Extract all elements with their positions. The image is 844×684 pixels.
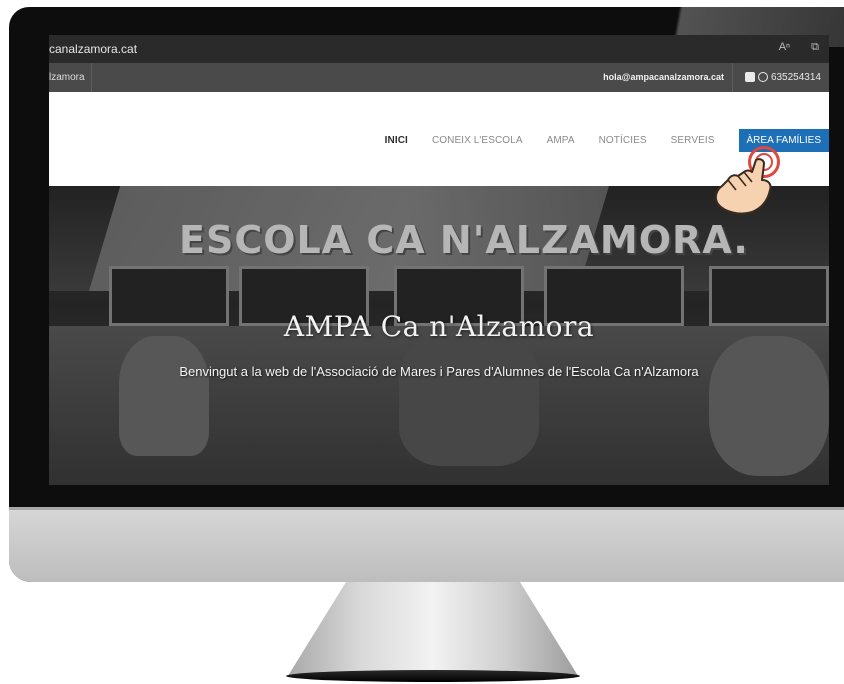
pointing-hand-icon bbox=[714, 158, 772, 215]
monitor-frame: canalzamora.cat Aⁿ ⧉ lzamora hola@ampaca… bbox=[9, 7, 844, 582]
topbar-brand[interactable]: lzamora bbox=[49, 63, 92, 92]
hero-banner: ESCOLA CA N'ALZAMORA. AMPA Ca n'Alzamora… bbox=[49, 186, 829, 485]
phone-link[interactable]: 635254314 bbox=[737, 63, 829, 92]
whatsapp-icon bbox=[757, 72, 768, 83]
nav-item-ampa[interactable]: AMPA bbox=[547, 135, 575, 146]
monitor-base bbox=[286, 670, 580, 682]
screen: canalzamora.cat Aⁿ ⧉ lzamora hola@ampaca… bbox=[49, 35, 829, 485]
site-topbar: lzamora hola@ampacanalzamora.cat 6352543… bbox=[49, 63, 829, 92]
nav-item-serveis[interactable]: SERVEIS bbox=[671, 135, 715, 146]
nav-item-inici[interactable]: INICI bbox=[385, 135, 408, 146]
nav-item-noticies[interactable]: NOTÍCIES bbox=[599, 135, 647, 146]
email-link[interactable]: hola@ampacanalzamora.cat bbox=[595, 63, 733, 92]
monitor-stand bbox=[288, 582, 578, 676]
text-size-icon[interactable]: Aⁿ bbox=[779, 41, 790, 53]
hero-title: AMPA Ca n'Alzamora bbox=[283, 310, 595, 343]
hero-subtitle: Benvingut a la web de l'Associació de Ma… bbox=[179, 364, 699, 379]
area-families-button[interactable]: ÀREA FAMÍLIES bbox=[738, 128, 829, 152]
nav-item-coneix-escola[interactable]: CONEIX L'ESCOLA bbox=[432, 135, 523, 146]
monitor-chin bbox=[9, 507, 844, 582]
monitor-chin-edge bbox=[9, 507, 844, 510]
reader-icon[interactable]: ⧉ bbox=[811, 41, 819, 53]
url-field[interactable]: canalzamora.cat bbox=[49, 42, 137, 56]
phone-icon bbox=[744, 72, 755, 83]
phone-number: 635254314 bbox=[770, 72, 821, 83]
browser-icons: Aⁿ ⧉ bbox=[761, 41, 819, 54]
browser-bar: canalzamora.cat Aⁿ ⧉ bbox=[49, 35, 829, 63]
